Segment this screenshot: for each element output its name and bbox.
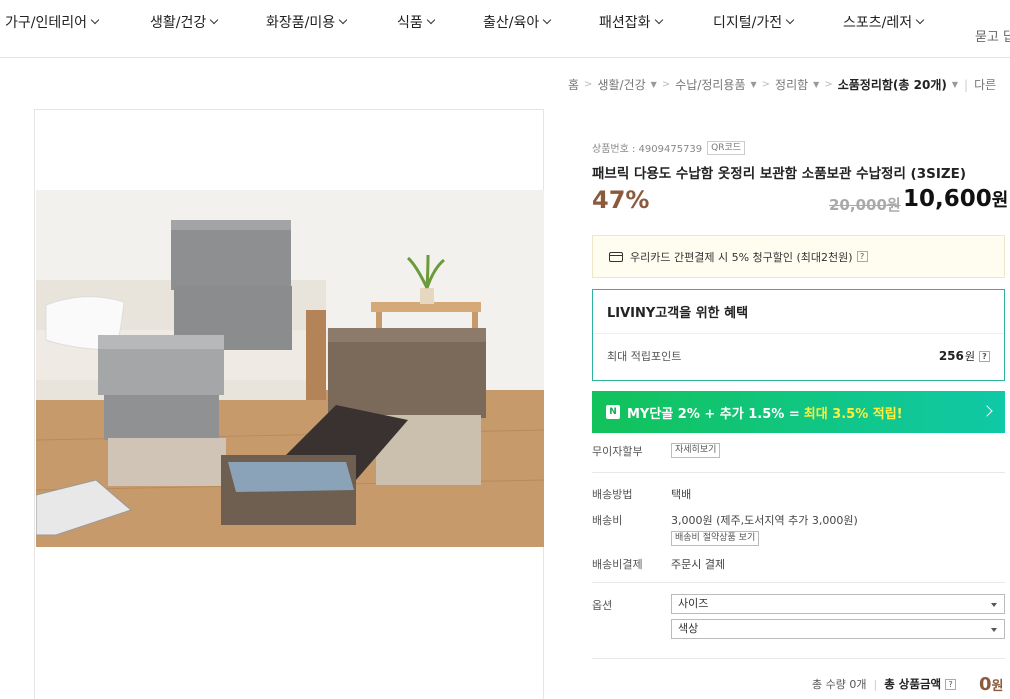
- chevron-down-icon: [915, 15, 925, 25]
- size-select[interactable]: 사이즈: [671, 594, 1005, 614]
- breadcrumb-level3[interactable]: 정리함: [775, 76, 808, 93]
- original-price: 20,000원: [829, 196, 901, 214]
- total-amount-label: 총 상품금액: [884, 677, 942, 691]
- dropdown-arrow-icon: [991, 628, 997, 632]
- installment-detail-button[interactable]: 자세히보기: [671, 443, 721, 458]
- divider: [592, 658, 1005, 659]
- nav-item-furniture[interactable]: 가구/인테리어: [5, 12, 100, 32]
- installment-label: 무이자할부: [592, 445, 643, 458]
- sale-price: 10,600원: [903, 186, 1009, 212]
- breadcrumb-separator: >: [761, 79, 771, 90]
- chevron-down-icon: [210, 15, 219, 25]
- breadcrumb: 홈 > 생활/건강 ▼ > 수납/정리용품 ▼ > 정리함 ▼ > 소품정리함(총 2…: [568, 76, 996, 93]
- my-dangol-highlight: 최대 3.5% 적립!: [803, 406, 903, 422]
- nav-item-living-health[interactable]: 생활/건강: [150, 12, 219, 32]
- total-row: 총 수량 0개 | 총 상품금액 ?: [812, 676, 957, 692]
- nav-item-sports[interactable]: 스포츠/레저: [843, 12, 925, 32]
- breadcrumb-separator: >: [584, 79, 593, 90]
- nav-item-cosmetics[interactable]: 화장품/미용: [266, 12, 348, 32]
- help-icon[interactable]: ?: [945, 678, 957, 690]
- product-photo[interactable]: [36, 190, 544, 547]
- caret-down-icon[interactable]: ▼: [952, 80, 958, 89]
- credit-card-icon: [609, 251, 623, 262]
- chevron-down-icon: [90, 15, 100, 25]
- shipping-save-button[interactable]: 배송비 절약상품 보기: [671, 531, 760, 546]
- chevron-down-icon: [338, 15, 348, 25]
- product-title: 패브릭 다용도 수납함 옷정리 보관함 소품보관 수납정리 (3SIZE): [592, 166, 967, 182]
- shipping-payment-value: 주문시 결제: [671, 558, 726, 571]
- shipping-fee-label: 배송비: [592, 514, 623, 527]
- divider: |: [964, 77, 969, 92]
- product-code-row: 상품번호 : 4909475739 QR코드: [592, 140, 746, 155]
- caret-down-icon[interactable]: ▼: [651, 80, 657, 89]
- nav-item-food[interactable]: 식품: [397, 12, 436, 32]
- shipping-method-label: 배송방법: [592, 488, 633, 501]
- help-icon[interactable]: ?: [856, 251, 868, 262]
- chevron-down-icon: [654, 15, 663, 25]
- help-icon[interactable]: ?: [979, 350, 990, 362]
- breadcrumb-home[interactable]: 홈: [568, 76, 579, 93]
- breadcrumb-other[interactable]: 다른: [974, 76, 996, 93]
- product-code: 상품번호 : 4909475739: [592, 144, 703, 155]
- my-dangol-banner[interactable]: N MY단골 2% + 추가 1.5% = 최대 3.5% 적립!: [592, 391, 1005, 433]
- divider: [593, 333, 1004, 334]
- dropdown-arrow-icon: [991, 603, 997, 607]
- card-discount-banner: 우리카드 간편결제 시 5% 청구할인 (최대2천원) ?: [592, 235, 1005, 278]
- breadcrumb-separator: >: [661, 79, 671, 90]
- points-label: 최대 적립포인트: [607, 350, 682, 363]
- color-select[interactable]: 색상: [671, 619, 1005, 639]
- chevron-down-icon: [543, 15, 552, 25]
- qr-code-button[interactable]: QR코드: [707, 140, 746, 155]
- my-dangol-text: MY단골 2% + 추가 1.5% =: [627, 406, 800, 422]
- qna-link[interactable]: 묻고 답: [975, 26, 1010, 45]
- nav-item-fashion[interactable]: 패션잡화: [599, 12, 663, 32]
- total-amount: 0원: [979, 674, 1004, 695]
- shipping-payment-label: 배송비결제: [592, 558, 643, 571]
- product-image-panel: [34, 109, 544, 699]
- breadcrumb-level2[interactable]: 수납/정리용품: [675, 76, 745, 93]
- naver-n-icon: N: [606, 405, 620, 419]
- discount-rate: 47%: [592, 186, 650, 214]
- caret-down-icon[interactable]: ▼: [813, 80, 819, 89]
- breadcrumb-level1[interactable]: 생활/건강: [597, 76, 645, 93]
- shipping-method-value: 택배: [671, 488, 692, 501]
- divider: [592, 582, 1005, 583]
- benefit-title: LIVINY고객을 위한 혜택: [607, 306, 749, 321]
- shipping-fee-value: 3,000원 (제주,도서지역 추가 3,000원): [671, 514, 858, 527]
- option-label: 옵션: [592, 599, 613, 612]
- points-value: 256 원 ?: [939, 348, 990, 364]
- divider: |: [873, 677, 878, 691]
- caret-down-icon[interactable]: ▼: [751, 80, 757, 89]
- breadcrumb-current[interactable]: 소품정리함(총 20개): [838, 76, 947, 93]
- breadcrumb-separator: >: [824, 79, 833, 90]
- chevron-down-icon: [426, 15, 436, 25]
- category-nav: 가구/인테리어 생활/건강 화장품/미용 식품 출산/육아 패션잡화 디지털/가…: [0, 0, 1010, 58]
- divider: [592, 472, 1005, 473]
- card-discount-text: 우리카드 간편결제 시 5% 청구할인 (최대2천원): [630, 250, 853, 264]
- chevron-down-icon: [785, 15, 795, 25]
- nav-item-digital[interactable]: 디지털/가전: [713, 12, 795, 32]
- nav-item-baby[interactable]: 출산/육아: [483, 12, 552, 32]
- chevron-right-icon: [981, 405, 993, 417]
- benefit-box: LIVINY고객을 위한 혜택 최대 적립포인트 256 원 ?: [592, 289, 1005, 381]
- total-quantity: 총 수량 0개: [812, 678, 867, 691]
